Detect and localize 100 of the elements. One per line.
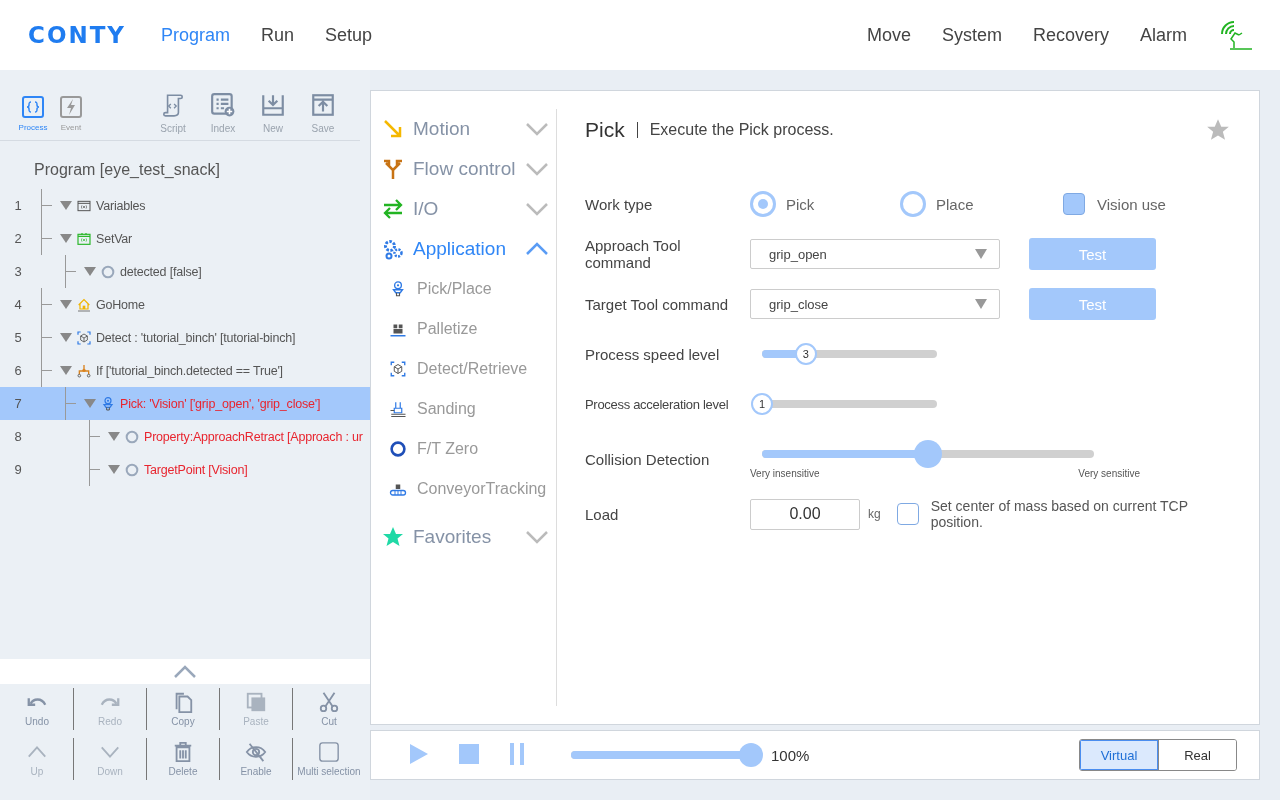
gripper-icon — [100, 395, 116, 412]
slider-thumb[interactable] — [739, 743, 763, 767]
edit-button[interactable]: Cut — [292, 688, 365, 730]
mode-tab[interactable]: Process — [14, 95, 52, 140]
field-label: Target Tool command — [585, 295, 730, 313]
field-label: Work type — [585, 195, 654, 213]
mode-tab[interactable]: Event — [52, 95, 90, 140]
mode-toggle[interactable]: Virtual — [1080, 740, 1158, 770]
sander-icon — [389, 400, 407, 418]
radio-label: Place — [936, 195, 974, 213]
test-button[interactable]: Test — [1029, 238, 1156, 270]
variable-icon — [76, 230, 92, 247]
trash-icon — [172, 741, 194, 763]
eye-off-icon — [245, 741, 267, 763]
dropdown[interactable]: grip_close — [750, 289, 1000, 319]
edit-button[interactable]: Copy — [146, 688, 219, 730]
gears-icon — [381, 237, 405, 261]
expand-triangle-icon — [60, 233, 72, 244]
line-number: 6 — [13, 363, 23, 378]
upload-icon — [310, 92, 336, 118]
command-item[interactable]: Detect/Retrieve — [379, 349, 528, 389]
expand-triangle-icon — [60, 332, 72, 343]
command-item[interactable]: F/T Zero — [379, 429, 479, 469]
tree-row[interactable]: 2 SetVar — [0, 222, 370, 255]
command-description: Execute the Pick process. — [649, 121, 835, 139]
pause-button[interactable] — [509, 742, 525, 768]
category-header[interactable]: Application — [379, 229, 549, 269]
checkbox[interactable] — [1063, 193, 1085, 215]
field-label: Process acceleration level — [585, 395, 730, 413]
node-label: GoHome — [96, 297, 145, 312]
expand-triangle-icon — [60, 365, 72, 376]
nav-tab[interactable]: Run — [261, 24, 295, 46]
checkbox-label: Set center of mass based on current TCP position. — [930, 498, 1189, 530]
checkbox-label: Vision use — [1097, 195, 1166, 213]
mode-toggle[interactable]: Real — [1158, 740, 1236, 770]
nav-tab[interactable]: Alarm — [1140, 24, 1187, 46]
checkbox-icon — [318, 741, 340, 763]
command-item[interactable]: Sanding — [379, 389, 476, 429]
edit-button[interactable]: Multi selection — [292, 738, 365, 780]
category-header[interactable]: Favorites — [379, 517, 549, 557]
tree-row[interactable]: 8 Property:ApproachRetract [Approach : ur — [0, 420, 370, 453]
test-button[interactable]: Test — [1029, 288, 1156, 320]
fork-icon — [381, 157, 405, 181]
node-label: TargetPoint [Vision] — [144, 462, 248, 477]
braces-icon — [21, 95, 45, 119]
slider-thumb[interactable] — [914, 439, 942, 468]
ring-icon — [100, 263, 116, 280]
line-number: 5 — [13, 330, 23, 345]
tree-row[interactable]: 7 Pick: 'Vision' ['grip_open', 'grip_close'] — [0, 387, 370, 420]
ring-icon — [124, 461, 140, 478]
category-header[interactable]: Flow control — [379, 149, 549, 189]
chevron-down-icon — [525, 162, 549, 176]
command-title: Pick — [585, 118, 625, 142]
command-item[interactable]: ConveyorTracking — [379, 469, 547, 509]
field-label: Load — [585, 505, 620, 523]
toolbar-button[interactable]: Index — [198, 92, 248, 140]
field-label: Collision Detection — [585, 450, 711, 468]
toolbar-button[interactable]: Save — [298, 92, 348, 140]
dropdown[interactable]: grip_open — [750, 239, 1000, 269]
chevron-down-icon — [525, 530, 549, 544]
category-header[interactable]: I/O — [379, 189, 549, 229]
scroll-icon — [160, 92, 186, 118]
slider-thumb[interactable]: 1 — [751, 393, 773, 415]
edit-button[interactable]: Undo — [0, 688, 73, 730]
ring-icon — [124, 428, 140, 445]
tree-row[interactable]: 9 TargetPoint [Vision] — [0, 453, 370, 486]
nav-tab[interactable]: Recovery — [1032, 24, 1109, 46]
node-label: Property:ApproachRetract [Approach : ur — [144, 429, 363, 444]
expand-triangle-icon — [108, 464, 120, 475]
nav-tab[interactable]: Program — [161, 24, 231, 46]
swap-icon — [381, 197, 405, 221]
slider-thumb[interactable]: 3 — [794, 343, 817, 365]
edit-button[interactable]: Enable — [219, 738, 292, 780]
load-input[interactable]: 0.00 — [750, 498, 860, 530]
radio-button[interactable] — [900, 191, 926, 217]
nav-tab[interactable]: Setup — [325, 24, 373, 46]
toolbar-button[interactable]: New — [248, 92, 298, 140]
radio-label: Pick — [786, 195, 815, 213]
command-item[interactable]: Pick/Place — [379, 269, 492, 309]
gripper-icon — [389, 280, 407, 298]
download-icon — [260, 92, 286, 118]
toolbar-button[interactable]: Script — [148, 92, 198, 140]
radio-button[interactable] — [750, 191, 776, 217]
tree-row[interactable]: 5 Detect : 'tutorial_binch' [tutorial-binch] — [0, 321, 370, 354]
tree-row[interactable]: 4 GoHome — [0, 288, 370, 321]
checkbox[interactable] — [896, 503, 919, 525]
category-header[interactable]: Motion — [379, 109, 549, 149]
speed-reading: 100% — [771, 746, 810, 764]
field-label: Approach Tool command — [585, 237, 682, 271]
field-label: Process speed level — [585, 345, 721, 363]
nav-tab[interactable]: Move — [866, 24, 911, 46]
expand-triangle-icon — [84, 398, 96, 409]
stop-button[interactable] — [459, 743, 479, 767]
tree-row[interactable]: 3 detected [false] — [0, 255, 370, 288]
command-item[interactable]: Palletize — [379, 309, 478, 349]
tree-row[interactable]: 1 Variables — [0, 189, 370, 222]
home-icon — [76, 296, 92, 313]
node-label: Variables — [96, 198, 146, 213]
edit-button[interactable]: Delete — [146, 738, 219, 780]
nav-tab[interactable]: System — [941, 24, 1002, 46]
